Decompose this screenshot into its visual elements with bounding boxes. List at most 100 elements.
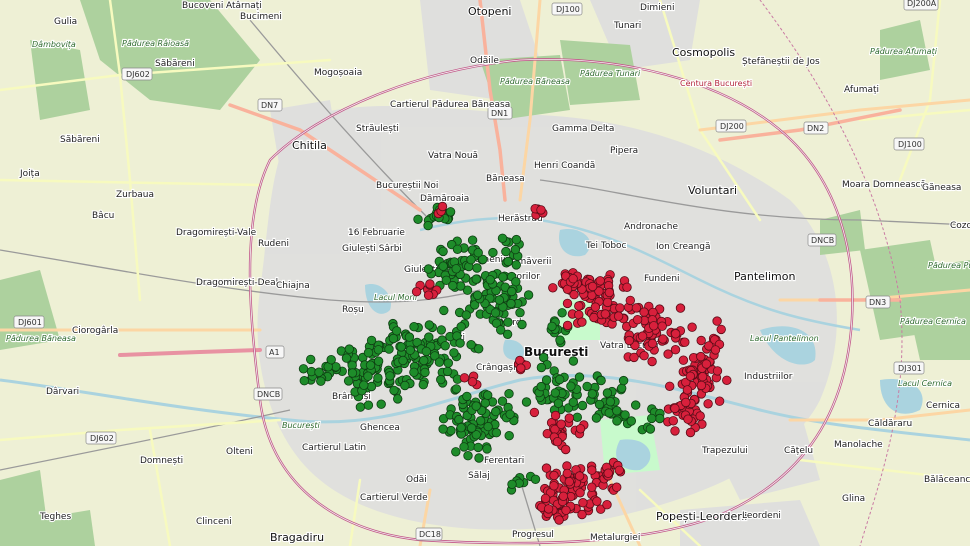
green-marker[interactable] bbox=[451, 264, 461, 274]
green-marker[interactable] bbox=[594, 399, 605, 410]
green-marker[interactable] bbox=[366, 335, 377, 346]
red-marker[interactable] bbox=[697, 372, 708, 382]
green-marker[interactable] bbox=[314, 367, 324, 377]
red-marker[interactable] bbox=[578, 498, 588, 508]
green-marker[interactable] bbox=[473, 442, 483, 453]
green-marker[interactable] bbox=[485, 275, 495, 285]
green-marker[interactable] bbox=[462, 391, 472, 402]
green-marker[interactable] bbox=[555, 335, 565, 345]
red-marker[interactable] bbox=[631, 303, 642, 313]
red-marker[interactable] bbox=[665, 381, 675, 392]
green-marker[interactable] bbox=[555, 374, 565, 385]
green-marker[interactable] bbox=[376, 399, 386, 409]
red-marker[interactable] bbox=[592, 496, 602, 507]
red-marker[interactable] bbox=[663, 349, 673, 359]
green-marker[interactable] bbox=[373, 345, 384, 355]
red-marker[interactable] bbox=[602, 500, 612, 510]
green-marker[interactable] bbox=[438, 246, 448, 257]
green-marker[interactable] bbox=[605, 397, 616, 407]
green-marker[interactable] bbox=[577, 400, 588, 411]
green-marker[interactable] bbox=[510, 244, 521, 255]
green-marker[interactable] bbox=[436, 374, 446, 385]
green-marker[interactable] bbox=[507, 286, 517, 297]
green-marker[interactable] bbox=[299, 376, 310, 386]
red-marker[interactable] bbox=[548, 283, 558, 293]
red-marker[interactable] bbox=[575, 488, 585, 498]
green-marker[interactable] bbox=[515, 308, 525, 318]
green-marker[interactable] bbox=[438, 261, 448, 271]
green-marker[interactable] bbox=[409, 367, 419, 378]
green-marker[interactable] bbox=[451, 384, 462, 394]
green-marker[interactable] bbox=[587, 389, 598, 399]
red-marker[interactable] bbox=[722, 375, 732, 386]
red-marker[interactable] bbox=[558, 491, 569, 502]
green-marker[interactable] bbox=[472, 290, 483, 301]
red-marker[interactable] bbox=[710, 345, 721, 355]
red-marker[interactable] bbox=[716, 324, 726, 335]
red-marker[interactable] bbox=[556, 419, 566, 429]
green-marker[interactable] bbox=[596, 375, 606, 386]
green-marker[interactable] bbox=[439, 305, 449, 316]
red-marker[interactable] bbox=[647, 356, 657, 367]
green-marker[interactable] bbox=[645, 424, 656, 434]
green-marker[interactable] bbox=[396, 342, 406, 352]
red-marker[interactable] bbox=[696, 351, 706, 362]
green-marker[interactable] bbox=[424, 332, 434, 342]
green-marker[interactable] bbox=[442, 366, 453, 377]
red-marker[interactable] bbox=[683, 414, 693, 424]
green-marker[interactable] bbox=[497, 233, 508, 244]
green-marker[interactable] bbox=[517, 319, 527, 330]
green-marker[interactable] bbox=[536, 362, 547, 373]
red-marker[interactable] bbox=[668, 416, 679, 426]
red-marker[interactable] bbox=[696, 335, 706, 346]
red-marker[interactable] bbox=[657, 321, 667, 331]
green-marker[interactable] bbox=[553, 398, 564, 409]
green-marker[interactable] bbox=[404, 332, 415, 342]
red-marker[interactable] bbox=[600, 309, 611, 319]
green-marker[interactable] bbox=[483, 421, 493, 432]
green-marker[interactable] bbox=[490, 308, 501, 318]
red-marker[interactable] bbox=[554, 515, 564, 525]
green-marker[interactable] bbox=[612, 406, 622, 416]
red-marker[interactable] bbox=[536, 205, 546, 215]
green-marker[interactable] bbox=[503, 256, 513, 267]
green-marker[interactable] bbox=[511, 260, 522, 270]
red-marker[interactable] bbox=[714, 396, 725, 406]
red-marker[interactable] bbox=[552, 437, 563, 447]
green-marker[interactable] bbox=[384, 344, 394, 354]
green-marker[interactable] bbox=[541, 375, 552, 385]
green-marker[interactable] bbox=[547, 321, 557, 332]
red-marker[interactable] bbox=[701, 359, 712, 369]
green-marker[interactable] bbox=[341, 353, 352, 363]
red-marker[interactable] bbox=[437, 201, 448, 212]
green-marker[interactable] bbox=[557, 308, 567, 318]
red-marker[interactable] bbox=[540, 493, 551, 504]
green-marker[interactable] bbox=[456, 423, 466, 433]
green-marker[interactable] bbox=[438, 424, 448, 434]
green-marker[interactable] bbox=[507, 479, 517, 490]
green-marker[interactable] bbox=[618, 375, 629, 386]
red-marker[interactable] bbox=[516, 363, 526, 373]
red-marker[interactable] bbox=[562, 298, 573, 309]
green-marker[interactable] bbox=[419, 355, 429, 366]
green-marker[interactable] bbox=[436, 325, 447, 335]
red-marker[interactable] bbox=[562, 468, 573, 479]
red-marker[interactable] bbox=[603, 468, 613, 478]
green-marker[interactable] bbox=[483, 390, 493, 400]
green-marker[interactable] bbox=[434, 357, 445, 367]
red-marker[interactable] bbox=[649, 321, 659, 331]
green-marker[interactable] bbox=[582, 381, 592, 392]
green-marker[interactable] bbox=[473, 247, 483, 258]
green-marker[interactable] bbox=[347, 368, 358, 378]
green-marker[interactable] bbox=[471, 274, 481, 284]
green-marker[interactable] bbox=[568, 356, 579, 366]
green-marker[interactable] bbox=[467, 235, 478, 245]
green-marker[interactable] bbox=[393, 394, 403, 404]
red-marker[interactable] bbox=[543, 504, 554, 514]
red-marker[interactable] bbox=[574, 471, 585, 481]
red-marker[interactable] bbox=[625, 295, 636, 306]
red-marker[interactable] bbox=[575, 424, 586, 434]
red-marker[interactable] bbox=[703, 399, 713, 409]
green-marker[interactable] bbox=[418, 380, 429, 390]
green-marker[interactable] bbox=[385, 371, 395, 381]
